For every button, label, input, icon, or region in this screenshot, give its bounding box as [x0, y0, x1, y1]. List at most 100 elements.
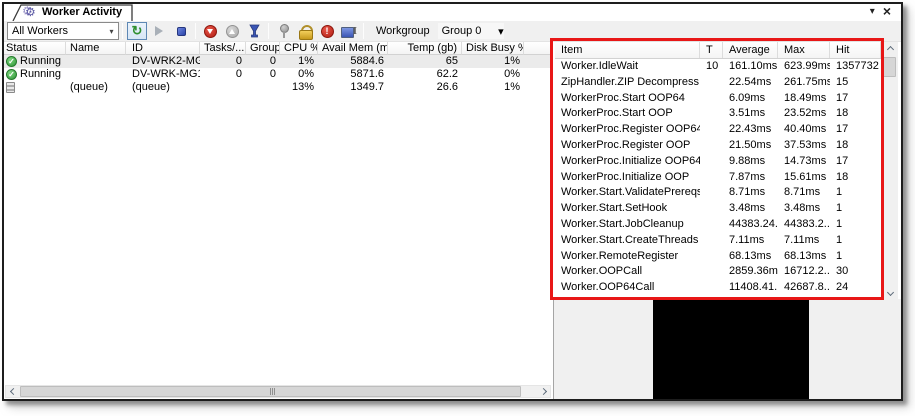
scrollbar-thumb[interactable] [20, 386, 521, 397]
running-status-icon: ✓ [6, 69, 17, 80]
cell-average: 7.87ms [729, 170, 766, 183]
column-header[interactable]: Item [555, 42, 700, 58]
cell-cpu: 0% [298, 68, 314, 80]
scroll-down-button[interactable] [882, 285, 898, 299]
column-header[interactable]: ID [126, 42, 200, 55]
cell-hit: 1357732 [836, 60, 879, 72]
cell-group [246, 81, 280, 94]
workers-panel: Status Name ID Tasks/... Group CPU % Avail Mem… [4, 42, 553, 399]
stats-row[interactable]: ZipHandler.ZIP Decompress OOP 22.54ms 261.… [555, 75, 881, 91]
chevron-down-icon[interactable]: ▾ [105, 23, 118, 39]
cell-item: WorkerProc.Initialize OOP64 [561, 154, 700, 167]
cell-temp: 65 [445, 55, 458, 67]
cell-average: 6.09ms [729, 91, 766, 104]
stats-row[interactable]: WorkerProc.Initialize OOP64 9.88ms 14.73ms… [555, 154, 881, 170]
column-header[interactable]: Hit [830, 42, 881, 58]
column-header[interactable]: Max [778, 42, 830, 58]
scroll-right-button[interactable] [536, 386, 550, 397]
cell-avail_mem: 5884.6 [350, 55, 384, 67]
window-menu-icon[interactable]: ▾ [870, 6, 875, 17]
worker-row[interactable]: ✓ Running DV-WRK-MG1 0 0 0% 5871.6 62.2 0% [4, 68, 553, 81]
running-status-icon: ✓ [6, 56, 17, 67]
status-text: Running [20, 55, 61, 67]
column-header[interactable]: Group [246, 42, 280, 55]
scroll-left-button[interactable] [6, 386, 20, 397]
lock-button[interactable] [295, 22, 315, 40]
stats-row[interactable]: Worker.Start.SetHook 3.48ms 3.48ms 1 [555, 201, 881, 217]
window-controls: ▾ × [870, 4, 891, 18]
chevron-down-icon [886, 288, 894, 296]
workgroup-label: Workgroup [376, 25, 430, 37]
stats-row[interactable]: Worker.OOP64Call 11408.41... 42687.8... 24 [555, 280, 881, 296]
scrollbar-track[interactable] [20, 386, 536, 397]
cell-temp: 62.2 [436, 68, 458, 80]
stats-row[interactable]: Worker.Start.JobCleanup 44383.24... 44383.… [555, 217, 881, 233]
cell-max: 40.40ms [784, 123, 827, 136]
toolbar: All Workers ▾ ↻ ! I Workgroup Group 0 ▾ [4, 21, 901, 42]
status-text: Running [20, 68, 61, 80]
stats-row[interactable]: Worker.Start.ValidatePrereqs 8.71ms 8.71ms… [555, 185, 881, 201]
cell-temp: 26.6 [436, 81, 458, 93]
stats-row[interactable]: Worker.Start.CreateThreads 7.11ms 7.11ms 1 [555, 233, 881, 249]
stats-row[interactable]: WorkerProc.Register OOP64 22.43ms 40.40ms 1… [555, 122, 881, 138]
cell-t [700, 154, 723, 170]
cell-item: Worker.OOP64Call [561, 281, 655, 294]
tab-bar: ⚙ Worker Activity ▾ × [4, 4, 901, 21]
spin-up-button[interactable] [222, 22, 242, 40]
alert-button[interactable]: ! [317, 22, 337, 40]
cell-hit: 1 [836, 233, 843, 246]
column-header[interactable]: Avail Mem (mb) [318, 42, 388, 55]
play-icon [155, 26, 163, 36]
cell-id: DV-WRK2-MG1 [132, 55, 200, 67]
cell-item: Worker.Start.JobCleanup [561, 217, 684, 230]
refresh-icon: ↻ [131, 23, 143, 38]
stats-row[interactable]: WorkerProc.Start OOP64 6.09ms 18.49ms 17 [555, 91, 881, 107]
worker-row[interactable]: ✓Running DV-WRK2-MG1 0 0 1% 5884.6 65 1% [4, 55, 553, 68]
stats-row[interactable]: WorkerProc.Start OOP 3.51ms 23.52ms 18 [555, 106, 881, 122]
column-header[interactable]: CPU % [280, 42, 318, 55]
chevron-left-icon [9, 387, 17, 396]
toolbar-separator [268, 23, 269, 39]
column-header[interactable]: Name [66, 42, 126, 55]
rename-button[interactable] [339, 22, 359, 40]
refresh-button[interactable]: ↻ [127, 22, 147, 40]
chevron-down-icon[interactable]: ▾ [498, 25, 504, 38]
stats-row[interactable]: WorkerProc.Initialize OOP 7.87ms 15.61ms 18 [555, 170, 881, 186]
cell-avail_mem: 1349.7 [350, 81, 384, 93]
vertical-scrollbar[interactable] [882, 42, 898, 299]
toolbar-separator [122, 23, 123, 39]
workers-table-header: Status Name ID Tasks/... Group CPU % Avail Mem… [4, 42, 553, 55]
column-header[interactable]: Temp (gb) [388, 42, 462, 55]
column-header[interactable]: Tasks/... [200, 42, 246, 55]
close-icon[interactable]: × [883, 4, 891, 18]
spin-down-button[interactable] [200, 22, 220, 40]
cell-max: 37.53ms [784, 138, 827, 151]
column-header[interactable]: Disk Busy % [462, 42, 524, 55]
cell-max: 3.48ms [784, 202, 821, 215]
key-button[interactable] [273, 22, 293, 40]
cell-cpu: 13% [291, 81, 314, 93]
worker-row[interactable]: (queue) (queue) 13% 1349.7 26.6 1% [4, 81, 553, 94]
cell-status: ✓ Running [4, 55, 66, 68]
tab-worker-activity[interactable]: ⚙ Worker Activity [12, 4, 134, 21]
scroll-up-button[interactable] [882, 42, 898, 56]
worker-filter-combobox[interactable]: All Workers ▾ [7, 22, 119, 40]
cell-status [4, 81, 66, 94]
stats-row[interactable]: WorkerProc.Register OOP 21.50ms 37.53ms 18 [555, 138, 881, 154]
cell-item: WorkerProc.Initialize OOP [561, 170, 690, 183]
stats-row[interactable]: Worker.IdleWait 10 161.10ms 623.99ms 1357732 [555, 59, 881, 75]
stats-row[interactable]: Worker.OOPCall 2859.36ms 16712.2... 30 [555, 264, 881, 280]
cell-average: 3.51ms [729, 107, 766, 120]
column-header[interactable]: Average [723, 42, 778, 58]
start-button[interactable] [149, 22, 169, 40]
horizontal-scrollbar[interactable] [5, 385, 551, 398]
stats-row[interactable]: Worker.RemoteRegister 68.13ms 68.13ms 1 [555, 249, 881, 265]
scrollbar-thumb[interactable] [883, 57, 896, 77]
cell-group: 0 [269, 68, 276, 80]
stop-button[interactable] [171, 22, 191, 40]
cell-t [700, 75, 723, 91]
workgroup-combobox[interactable]: Group 0 ▾ [436, 22, 505, 40]
column-header[interactable]: T [700, 42, 723, 58]
column-header[interactable]: Status [4, 42, 66, 55]
connect-button[interactable] [244, 22, 264, 40]
